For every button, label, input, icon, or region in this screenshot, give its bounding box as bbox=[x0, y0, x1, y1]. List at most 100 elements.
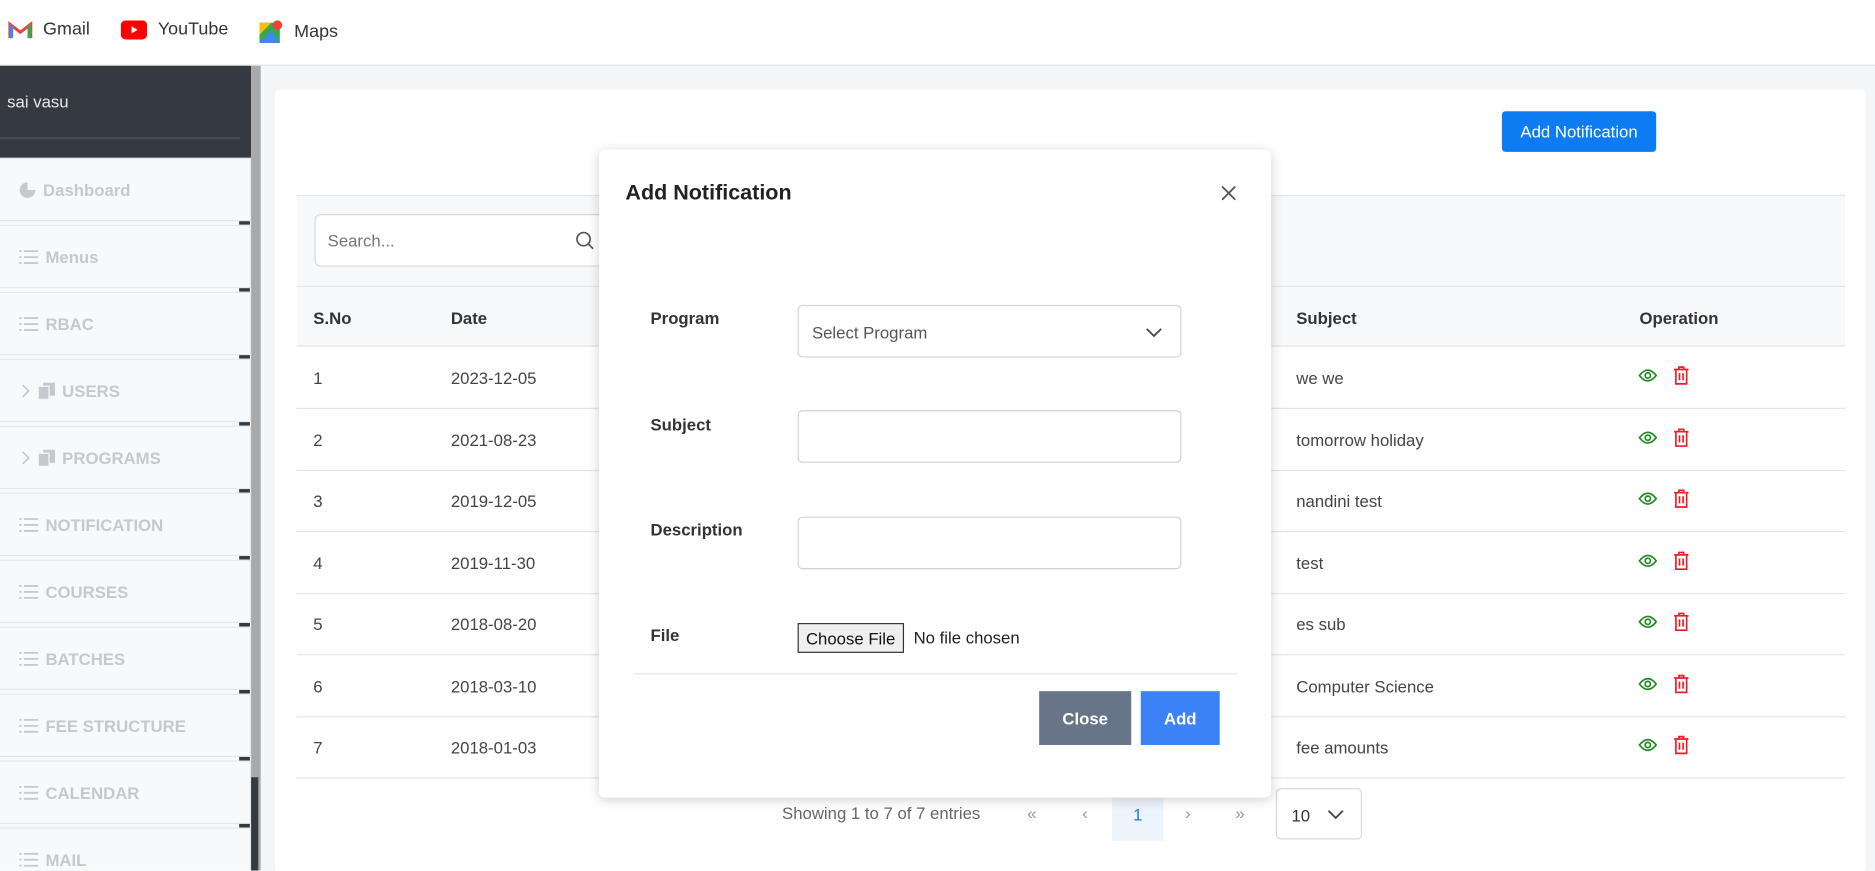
cell-subject: fee amounts bbox=[1296, 737, 1389, 757]
program-placeholder: Select Program bbox=[811, 322, 928, 342]
subject-input[interactable] bbox=[797, 410, 1182, 463]
cell-subject: nandini test bbox=[1296, 491, 1382, 511]
trash-icon[interactable] bbox=[1673, 674, 1690, 693]
file-status: No file chosen bbox=[913, 627, 1020, 647]
trash-icon[interactable] bbox=[1673, 612, 1690, 632]
choose-file-button[interactable]: Choose File bbox=[797, 623, 904, 653]
bookmark-youtube[interactable]: YouTube bbox=[120, 19, 229, 40]
view-icon[interactable] bbox=[1638, 368, 1658, 382]
sidebar-item-label: PROGRAMS bbox=[62, 447, 161, 467]
description-label: Description bbox=[650, 520, 743, 540]
cell-subject: es sub bbox=[1296, 614, 1346, 634]
last-page-button[interactable]: » bbox=[1235, 804, 1244, 823]
view-icon[interactable] bbox=[1638, 676, 1658, 690]
trash-icon[interactable] bbox=[1673, 489, 1690, 508]
copy-icon bbox=[38, 449, 56, 466]
sidebar-item-menus[interactable]: Menus bbox=[0, 224, 252, 292]
list-icon bbox=[19, 517, 39, 532]
cell-sno: 1 bbox=[313, 368, 323, 388]
view-icon[interactable] bbox=[1638, 615, 1658, 629]
user-name: sai vasu bbox=[7, 92, 69, 112]
chevron-down-icon bbox=[1327, 810, 1344, 820]
youtube-icon bbox=[120, 19, 148, 39]
sidebar-item-label: Menus bbox=[45, 246, 99, 267]
divider bbox=[633, 673, 1238, 675]
entries-info: Showing 1 to 7 of 7 entries bbox=[782, 803, 981, 823]
cell-date: 2018-03-10 bbox=[450, 676, 537, 696]
list-icon bbox=[19, 651, 39, 666]
description-input[interactable] bbox=[797, 516, 1182, 570]
prev-page-button[interactable]: ‹ bbox=[1082, 804, 1088, 823]
cell-date: 2019-11-30 bbox=[450, 553, 536, 573]
first-page-button[interactable]: « bbox=[1027, 804, 1036, 823]
sidebar-item-notification[interactable]: NOTIFICATION bbox=[0, 492, 252, 560]
sidebar-item-dashboard[interactable]: Dashboard bbox=[0, 157, 252, 225]
cell-subject: Computer Science bbox=[1296, 676, 1434, 696]
sidebar-item-label: MAIL bbox=[45, 849, 87, 869]
list-icon bbox=[19, 249, 39, 264]
program-select[interactable]: Select Program bbox=[797, 304, 1182, 358]
cell-date: 2023-12-05 bbox=[450, 368, 537, 388]
view-icon[interactable] bbox=[1638, 738, 1658, 752]
sidebar-item-label: BATCHES bbox=[45, 648, 126, 668]
add-notification-modal: Add Notification Program Select Program … bbox=[599, 149, 1272, 798]
bookmark-gmail[interactable]: Gmail bbox=[8, 19, 90, 39]
sidebar-scrollbar-track[interactable] bbox=[251, 65, 261, 871]
sidebar-item-programs[interactable]: PROGRAMS bbox=[0, 425, 252, 493]
close-button[interactable]: Close bbox=[1039, 691, 1132, 745]
sidebar-item-fee-structure[interactable]: FEE STRUCTURE bbox=[0, 693, 252, 761]
trash-icon[interactable] bbox=[1673, 427, 1690, 447]
sidebar-item-courses[interactable]: COURSES bbox=[0, 559, 252, 627]
sidebar-item-label: FEE STRUCTURE bbox=[45, 715, 186, 735]
trash-icon[interactable] bbox=[1673, 366, 1690, 385]
view-icon[interactable] bbox=[1638, 430, 1658, 444]
list-icon bbox=[19, 785, 39, 800]
cell-date: 2019-12-05 bbox=[450, 491, 537, 511]
file-label: File bbox=[650, 625, 680, 645]
search-input[interactable] bbox=[314, 214, 604, 267]
add-button[interactable]: Add bbox=[1140, 691, 1220, 745]
bookmark-label: YouTube bbox=[157, 19, 229, 40]
next-page-button[interactable]: › bbox=[1185, 804, 1191, 823]
col-date: Date bbox=[450, 308, 488, 328]
sidebar: sai vasu Dashboard Menus RBAC USERS PROGRAMS… bbox=[0, 65, 252, 871]
bookmarks-bar: Gmail YouTube Maps bbox=[0, 0, 1875, 66]
cell-sno: 7 bbox=[313, 737, 323, 757]
list-icon bbox=[19, 316, 39, 331]
cell-subject: we we bbox=[1296, 368, 1344, 388]
pie-chart-icon bbox=[19, 181, 36, 198]
sidebar-scrollbar-thumb[interactable] bbox=[251, 777, 259, 871]
cell-subject: tomorrow holiday bbox=[1296, 429, 1424, 450]
chevron-down-icon bbox=[1146, 328, 1162, 338]
view-icon[interactable] bbox=[1638, 553, 1658, 567]
page-size-select[interactable]: 10 bbox=[1275, 788, 1363, 840]
cell-date: 2018-08-20 bbox=[450, 614, 537, 634]
program-label: Program bbox=[650, 308, 720, 328]
list-icon bbox=[19, 852, 39, 867]
cell-sno: 2 bbox=[313, 429, 323, 450]
modal-title: Add Notification bbox=[625, 180, 792, 205]
cell-sno: 5 bbox=[313, 614, 323, 634]
cell-sno: 3 bbox=[313, 491, 323, 511]
sidebar-item-calendar[interactable]: CALENDAR bbox=[0, 760, 252, 828]
bookmark-maps[interactable]: Maps bbox=[259, 19, 339, 44]
sidebar-item-batches[interactable]: BATCHES bbox=[0, 626, 252, 694]
bookmark-label: Gmail bbox=[43, 19, 90, 40]
col-operation: Operation bbox=[1639, 308, 1719, 328]
bookmark-label: Maps bbox=[294, 20, 339, 42]
subject-label: Subject bbox=[650, 414, 711, 435]
trash-icon[interactable] bbox=[1673, 551, 1690, 570]
add-notification-button[interactable]: Add Notification bbox=[1501, 111, 1657, 152]
close-icon[interactable] bbox=[1221, 185, 1237, 201]
sidebar-item-label: Dashboard bbox=[43, 179, 131, 200]
sidebar-item-label: CALENDAR bbox=[45, 782, 140, 802]
search-icon[interactable] bbox=[575, 231, 594, 250]
chevron-right-icon bbox=[22, 383, 30, 397]
trash-icon[interactable] bbox=[1673, 735, 1690, 755]
sidebar-item-label: NOTIFICATION bbox=[45, 514, 164, 534]
sidebar-item-rbac[interactable]: RBAC bbox=[0, 291, 252, 359]
sidebar-item-users[interactable]: USERS bbox=[0, 358, 252, 426]
sidebar-item-mail[interactable]: MAIL bbox=[0, 827, 252, 871]
list-icon bbox=[19, 584, 39, 599]
view-icon[interactable] bbox=[1638, 491, 1658, 505]
